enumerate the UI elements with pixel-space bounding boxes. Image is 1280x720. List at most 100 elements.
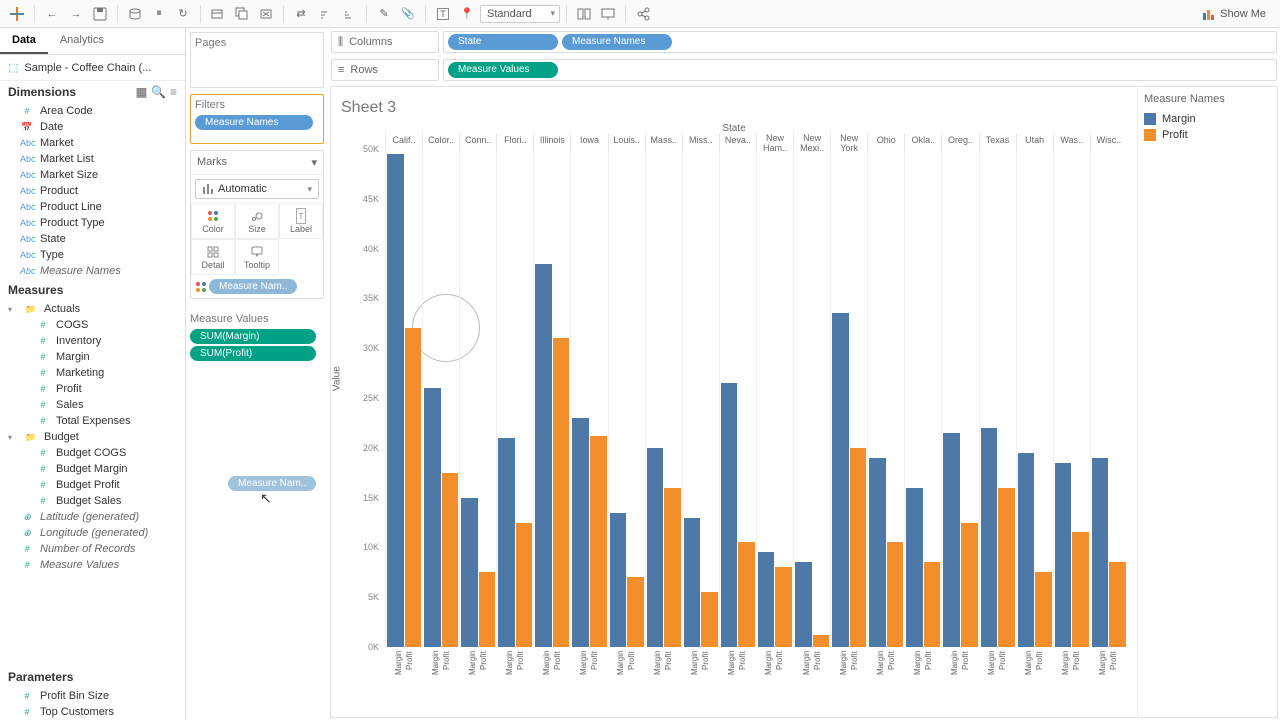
clear-icon[interactable] [255,3,277,25]
field-budget-cogs[interactable]: #Budget COGS [0,445,185,461]
mark-size-button[interactable]: Size [235,203,279,239]
forward-icon[interactable]: → [65,3,87,25]
menu-icon[interactable]: ≡ [170,85,177,99]
measure-values-shelf[interactable]: Measure Values SUM(Margin) SUM(Profit) [190,311,324,363]
pin-icon[interactable]: 📍 [456,3,478,25]
view-icon[interactable]: ▦ [136,85,147,99]
share-icon[interactable] [632,3,654,25]
bar-margin[interactable] [647,448,664,647]
back-icon[interactable]: ← [41,3,63,25]
bar-margin[interactable] [1092,458,1109,647]
color-pill-measure-names[interactable]: Measure Nam.. [209,279,297,294]
field-budget-profit[interactable]: #Budget Profit [0,477,185,493]
bar-profit[interactable] [850,448,867,647]
field-market-list[interactable]: AbcMarket List [0,151,185,167]
highlight-icon[interactable]: ✎ [373,3,395,25]
datasource-item[interactable]: ⬚ Sample - Coffee Chain (... [0,55,185,81]
rows-shelf[interactable]: Measure Values [443,59,1277,81]
swap-icon[interactable]: ⇄ [290,3,312,25]
field-margin[interactable]: #Margin [0,349,185,365]
bar-margin[interactable] [535,264,552,647]
bar-margin[interactable] [721,383,738,647]
bar-margin[interactable] [758,552,775,647]
field-market-size[interactable]: AbcMarket Size [0,167,185,183]
filters-shelf[interactable]: Filters Measure Names [190,94,324,144]
mv-pill-sum-profit[interactable]: SUM(Profit) [190,346,316,361]
legend-card[interactable]: Measure Names MarginProfit [1137,87,1277,717]
mv-pill-sum-margin[interactable]: SUM(Margin) [190,329,316,344]
bar-margin[interactable] [684,518,701,647]
field-number-of-records[interactable]: #Number of Records [0,541,185,557]
bar-profit[interactable] [775,567,792,647]
bar-margin[interactable] [795,562,812,647]
field-budget-margin[interactable]: #Budget Margin [0,461,185,477]
fit-select[interactable]: Standard [480,5,560,23]
pause-updates-icon[interactable]: ⏸ [148,3,170,25]
bar-margin[interactable] [572,418,589,647]
param-profit-bin-size[interactable]: #Profit Bin Size [0,688,185,704]
folder-actuals[interactable]: ▾📁Actuals [0,301,185,317]
labels-icon[interactable]: T [432,3,454,25]
field-state[interactable]: AbcState [0,231,185,247]
bar-margin[interactable] [832,313,849,647]
bar-margin[interactable] [906,488,923,647]
presentation-icon[interactable] [597,3,619,25]
bar-margin[interactable] [610,513,627,647]
bar-margin[interactable] [981,428,998,647]
new-worksheet-icon[interactable] [207,3,229,25]
bar-profit[interactable] [1035,572,1052,647]
field-latitude--generated-[interactable]: ⊕Latitude (generated) [0,509,185,525]
show-me-button[interactable]: Show Me [1194,5,1274,23]
field-product-line[interactable]: AbcProduct Line [0,199,185,215]
field-cogs[interactable]: #COGS [0,317,185,333]
bar-margin[interactable] [1018,453,1035,647]
field-product[interactable]: AbcProduct [0,183,185,199]
mark-color-button[interactable]: Color [191,203,235,239]
mark-tooltip-button[interactable]: Tooltip [235,239,279,275]
bar-profit[interactable] [664,488,681,647]
chevron-down-icon[interactable]: ▾ [311,156,317,169]
bar-margin[interactable] [943,433,960,647]
bar-profit[interactable] [887,542,904,647]
field-marketing[interactable]: #Marketing [0,365,185,381]
bar-margin[interactable] [387,154,404,647]
bar-profit[interactable] [553,338,570,647]
field-market[interactable]: AbcMarket [0,135,185,151]
bar-profit[interactable] [998,488,1015,647]
bar-profit[interactable] [405,328,422,647]
tableau-logo-icon[interactable] [6,3,28,25]
row-pill-measure-values[interactable]: Measure Values [448,62,558,78]
field-profit[interactable]: #Profit [0,381,185,397]
sheet-title[interactable]: Sheet 3 [331,95,1137,121]
cards-icon[interactable] [573,3,595,25]
bar-profit[interactable] [479,572,496,647]
bar-margin[interactable] [869,458,886,647]
bar-margin[interactable] [424,388,441,647]
bar-profit[interactable] [1072,532,1089,647]
bar-profit[interactable] [813,635,830,647]
field-total-expenses[interactable]: #Total Expenses [0,413,185,429]
legend-item-margin[interactable]: Margin [1144,111,1271,127]
field-measure-values[interactable]: #Measure Values [0,557,185,573]
mark-detail-button[interactable]: Detail [191,239,235,275]
field-budget-sales[interactable]: #Budget Sales [0,493,185,509]
bar-profit[interactable] [701,592,718,647]
bar-profit[interactable] [924,562,941,647]
bar-profit[interactable] [590,436,607,647]
param-top-customers[interactable]: #Top Customers [0,704,185,720]
filter-pill-measure-names[interactable]: Measure Names [195,115,313,130]
field-sales[interactable]: #Sales [0,397,185,413]
bar-profit[interactable] [961,523,978,648]
col-pill-state[interactable]: State [448,34,558,50]
tab-data[interactable]: Data [0,28,48,54]
bar-margin[interactable] [1055,463,1072,647]
bar-profit[interactable] [738,542,755,647]
group-icon[interactable]: 📎 [397,3,419,25]
field-area-code[interactable]: #Area Code [0,103,185,119]
bar-margin[interactable] [498,438,515,647]
columns-shelf[interactable]: State Measure Names [443,31,1277,53]
field-product-type[interactable]: AbcProduct Type [0,215,185,231]
search-icon[interactable]: 🔍 [151,85,166,99]
folder-budget[interactable]: ▾📁Budget [0,429,185,445]
refresh-icon[interactable]: ↻ [172,3,194,25]
